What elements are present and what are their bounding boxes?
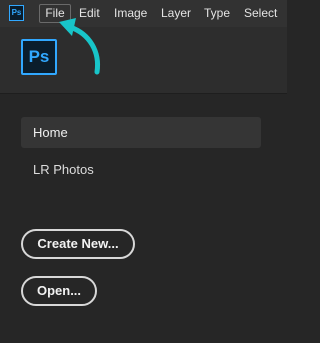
- menu-file[interactable]: File: [39, 4, 71, 23]
- menu-image[interactable]: Image: [114, 5, 147, 22]
- sidebar-item-home[interactable]: Home: [21, 117, 261, 148]
- sidebar-item-lr-photos[interactable]: LR Photos: [21, 154, 261, 185]
- header-divider: [0, 93, 287, 94]
- menu-edit[interactable]: Edit: [79, 5, 100, 22]
- create-new-button[interactable]: Create New...: [21, 229, 135, 259]
- menu-select[interactable]: Select: [244, 5, 277, 22]
- menu-bar: Ps File Edit Image Layer Type Select: [0, 0, 287, 27]
- menu-layer[interactable]: Layer: [161, 5, 191, 22]
- menu-type[interactable]: Type: [204, 5, 230, 22]
- photoshop-app-icon[interactable]: Ps: [9, 5, 24, 21]
- open-button[interactable]: Open...: [21, 276, 97, 306]
- photoshop-logo: Ps: [21, 39, 57, 75]
